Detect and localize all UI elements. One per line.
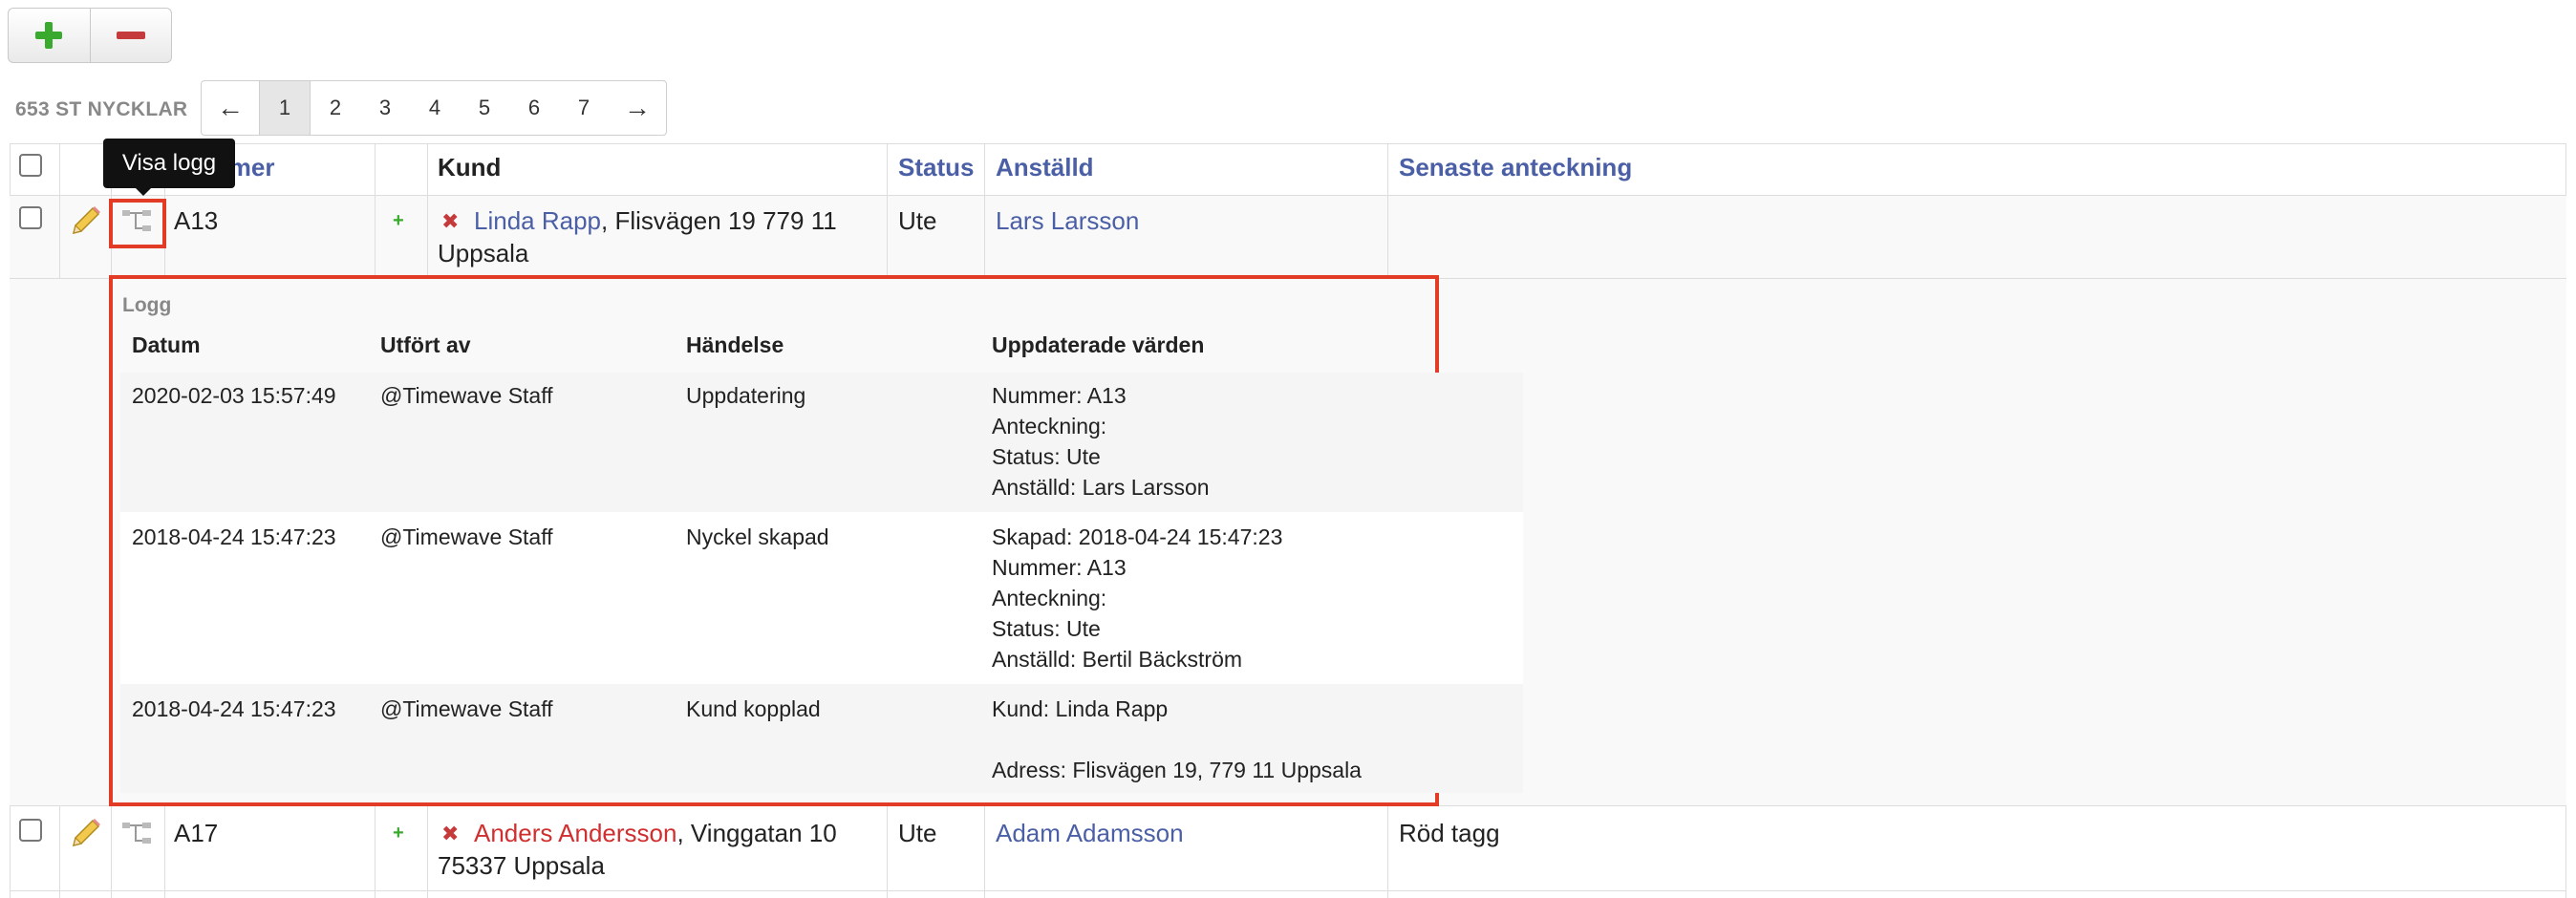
plus-icon xyxy=(35,22,63,49)
customer-link[interactable]: Anders Andersson xyxy=(474,819,676,847)
customer-address-2: Uppsala xyxy=(438,239,529,267)
add-customer-icon[interactable]: + xyxy=(393,823,404,845)
header-status[interactable]: Status xyxy=(898,153,974,182)
col-divider xyxy=(59,805,60,898)
cell-anstalld-link[interactable]: Adam Adamsson xyxy=(996,817,1184,849)
log-header-handelse: Händelse xyxy=(686,332,784,357)
add-customer-icon[interactable]: + xyxy=(393,210,404,232)
key-count-label: 653 ST NYCKLAR xyxy=(15,98,188,120)
customer-link[interactable]: Linda Rapp xyxy=(474,206,601,235)
col-divider xyxy=(59,143,60,279)
log-entry-datum: 2018-04-24 15:47:23 xyxy=(132,696,336,721)
col-divider xyxy=(427,805,428,898)
pencil-icon[interactable] xyxy=(68,204,102,239)
log-tree-icon[interactable] xyxy=(121,821,154,847)
toolbar-button-group xyxy=(8,8,172,63)
pagination-page-4[interactable]: 4 xyxy=(410,81,460,135)
customer-address-2: 75337 Uppsala xyxy=(438,851,605,880)
col-divider xyxy=(1387,143,1388,279)
log-header-utfort: Utfört av xyxy=(380,332,471,357)
log-header-uppdaterade: Uppdaterade värden xyxy=(992,332,1205,357)
col-divider xyxy=(887,805,888,898)
cell-nummer: A13 xyxy=(174,206,219,235)
pagination-prev[interactable]: ← xyxy=(202,81,259,135)
add-key-button[interactable] xyxy=(9,9,91,62)
pagination-page-2[interactable]: 2 xyxy=(311,81,360,135)
log-entry-values: Skapad: 2018-04-24 15:47:23 Nummer: A13 … xyxy=(992,524,1283,672)
col-divider xyxy=(427,143,428,279)
row-checkbox[interactable] xyxy=(19,206,42,229)
col-divider xyxy=(111,805,112,898)
customer-address-1: , Vinggatan 10 xyxy=(676,819,837,847)
header-kund: Kund xyxy=(438,153,502,182)
cell-nummer: A17 xyxy=(174,819,219,847)
header-anstalld[interactable]: Anställd xyxy=(996,153,1094,182)
col-divider xyxy=(375,143,376,279)
header-senaste-anteckning[interactable]: Senaste anteckning xyxy=(1399,153,1632,182)
log-entry-utfort: @Timewave Staff xyxy=(380,524,553,549)
col-divider xyxy=(887,143,888,279)
col-divider xyxy=(984,805,985,898)
remove-key-button[interactable] xyxy=(91,9,172,62)
pagination-page-6[interactable]: 6 xyxy=(509,81,559,135)
log-entry-utfort: @Timewave Staff xyxy=(380,696,553,721)
minus-icon xyxy=(116,32,145,39)
row-a13-bg xyxy=(10,196,2566,279)
pagination-next[interactable]: → xyxy=(609,81,666,135)
cell-senaste: Röd tagg xyxy=(1399,819,1500,847)
row-checkbox[interactable] xyxy=(19,819,42,842)
pagination-page-3[interactable]: 3 xyxy=(360,81,410,135)
log-entry-handelse: Kund kopplad xyxy=(686,696,821,721)
pagination-page-1[interactable]: 1 xyxy=(259,81,311,135)
cell-kund: Anders Andersson, Vinggatan 10 75337 Upp… xyxy=(438,817,877,882)
cell-kund: Linda Rapp, Flisvägen 19 779 11 Uppsala xyxy=(438,204,877,269)
pagination: ← 1 2 3 4 5 6 7 → xyxy=(201,80,667,136)
row-divider xyxy=(10,890,2566,891)
log-entry-datum: 2020-02-03 15:57:49 xyxy=(132,383,336,408)
pagination-page-7[interactable]: 7 xyxy=(559,81,609,135)
log-entry-datum: 2018-04-24 15:47:23 xyxy=(132,524,336,549)
log-header-datum: Datum xyxy=(132,332,201,357)
cell-anstalld-link[interactable]: Lars Larsson xyxy=(996,204,1139,237)
log-entry-utfort: @Timewave Staff xyxy=(380,383,553,408)
tooltip-visa-logg: Visa logg xyxy=(103,139,235,188)
tooltip-arrow xyxy=(134,186,153,196)
col-divider xyxy=(1387,805,1388,898)
customer-address-1: , Flisvägen 19 779 11 xyxy=(601,206,837,235)
col-divider xyxy=(375,805,376,898)
cell-status: Ute xyxy=(898,206,937,235)
col-divider xyxy=(984,143,985,279)
cell-status: Ute xyxy=(898,819,937,847)
log-entry-handelse: Nyckel skapad xyxy=(686,524,829,549)
log-entry-values: Kund: Linda Rapp Adress: Flisvägen 19, 7… xyxy=(992,696,1362,782)
log-entry-values: Nummer: A13 Anteckning: Status: Ute Anst… xyxy=(992,383,1210,500)
log-icon-highlight xyxy=(109,199,166,248)
pagination-page-5[interactable]: 5 xyxy=(460,81,509,135)
log-title: Logg xyxy=(122,294,172,316)
log-entry-handelse: Uppdatering xyxy=(686,383,806,408)
header-divider xyxy=(10,195,2566,196)
select-all-checkbox[interactable] xyxy=(19,154,42,177)
col-divider xyxy=(164,805,165,898)
pencil-icon[interactable] xyxy=(68,817,102,851)
